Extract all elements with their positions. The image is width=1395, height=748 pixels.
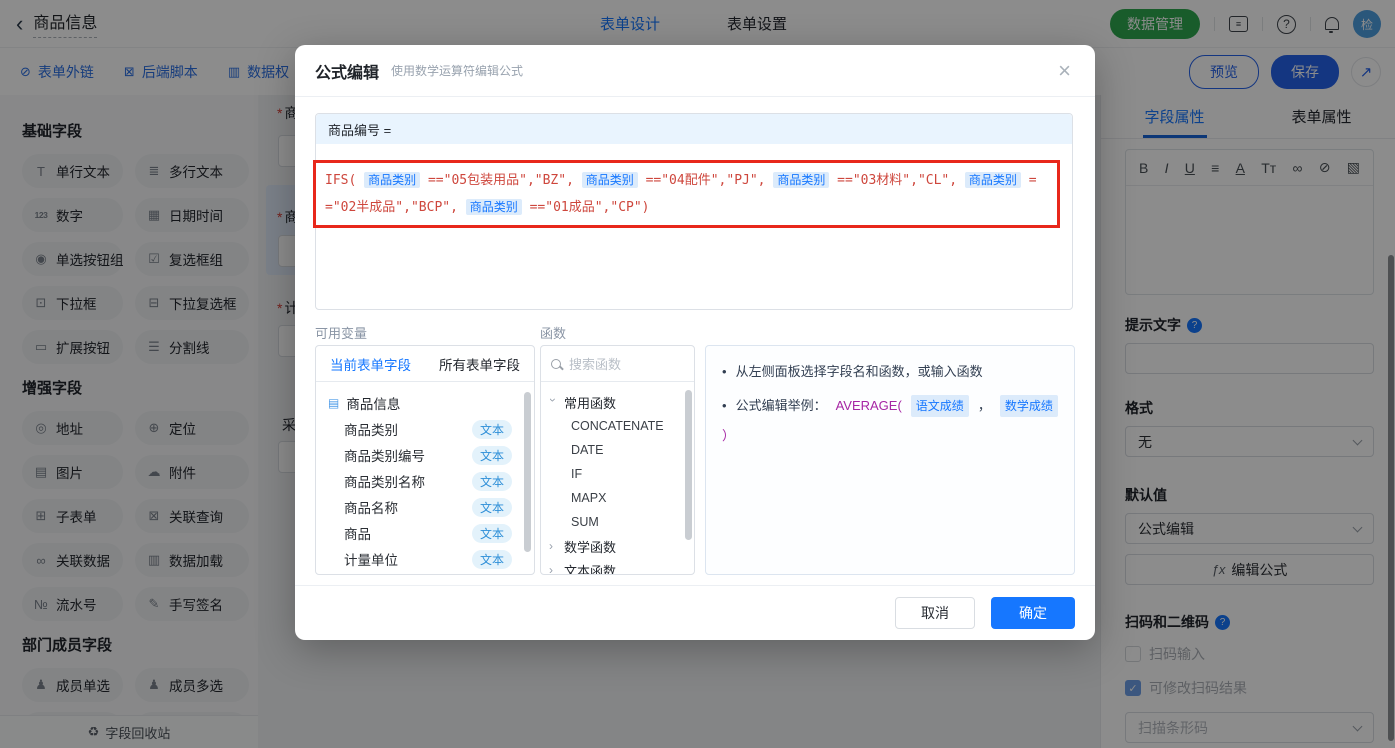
function-group-math[interactable]: ›数学函数 [541,534,694,558]
field-token[interactable]: 商品类别 [364,172,420,188]
variables-tabs: 当前表单字段 所有表单字段 [316,346,534,382]
screen: ‹ 商品信息 表单设计 表单设置 数据管理 ≡ ? 检 ⊘ 表单外链 ⊠ 后端脚… [0,0,1395,748]
type-badge: 文本 [472,446,512,465]
search-placeholder: 搜索函数 [569,354,621,373]
modal-header: 公式编辑 使用数学运算符编辑公式 × [295,45,1095,97]
function-item[interactable]: CONCATENATE [541,414,694,438]
functions-tree: ›常用函数 CONCATENATE DATE IF MAPX SUM ›数学函数… [541,382,694,575]
modal-title: 公式编辑 [315,59,379,83]
field-token[interactable]: 商品类别 [466,199,522,215]
tab-current-form-fields[interactable]: 当前表单字段 [316,354,425,374]
help-tip-2: • 公式编辑举例： AVERAGE( 语文成绩 ， 数学成绩 ） [722,395,1058,446]
tab-all-form-fields[interactable]: 所有表单字段 [425,354,534,374]
functions-panel: 搜索函数 ›常用函数 CONCATENATE DATE IF MAPX SUM … [540,345,695,575]
variable-item[interactable]: 计量单位文本 [316,546,534,572]
formula-code-input[interactable]: IFS( 商品类别 =="05包装用品","BZ", 商品类别 =="04配件"… [325,167,1048,221]
modal-footer: 取消 确定 [295,585,1095,640]
variable-item[interactable]: 商品文本 [316,520,534,546]
example-field-token: 数学成绩 [1000,395,1058,417]
modal-subtitle: 使用数学运算符编辑公式 [391,62,523,79]
function-item[interactable]: SUM [541,510,694,534]
tree-root-form[interactable]: ▤商品信息 [316,390,534,416]
field-token[interactable]: 商品类别 [773,172,829,188]
formula-highlight-annotation: IFS( 商品类别 =="05包装用品","BZ", 商品类别 =="04配件"… [313,160,1060,228]
type-badge: 文本 [472,420,512,439]
variables-panel: 当前表单字段 所有表单字段 ▤商品信息 商品类别文本 商品类别编号文本 商品类别… [315,345,535,575]
formula-editor-modal: 公式编辑 使用数学运算符编辑公式 × 商品编号 = IFS( 商品类别 =="0… [295,45,1095,640]
type-badge: 文本 [472,524,512,543]
variable-item[interactable]: 商品名称文本 [316,494,534,520]
example-function-name: AVERAGE( [836,396,902,416]
variable-item[interactable]: 商品类别编号文本 [316,442,534,468]
search-icon [551,359,561,369]
confirm-button[interactable]: 确定 [991,597,1075,629]
document-icon: ▤ [328,396,339,410]
function-search[interactable]: 搜索函数 [541,346,694,382]
functions-section-label: 函数 [540,323,566,342]
chevron-icon: › [546,398,560,406]
variable-item[interactable]: 商品类别文本 [316,416,534,442]
variable-item[interactable]: 商品类别名称文本 [316,468,534,494]
function-item[interactable]: DATE [541,438,694,462]
variables-section-label: 可用变量 [315,323,367,342]
variables-scrollbar[interactable] [524,392,531,552]
type-badge: 文本 [472,550,512,569]
formula-target-field: 商品编号 = [316,114,1072,144]
field-token[interactable]: 商品类别 [965,172,1021,188]
type-badge: 文本 [472,498,512,517]
close-icon[interactable]: × [1058,60,1071,82]
formula-editor-box: 商品编号 = IFS( 商品类别 =="05包装用品","BZ", 商品类别 =… [315,113,1073,310]
type-badge: 文本 [472,472,512,491]
function-item[interactable]: MAPX [541,486,694,510]
function-group-text[interactable]: ›文本函数 [541,558,694,575]
chevron-icon: › [549,563,557,575]
functions-scrollbar[interactable] [685,390,692,540]
help-tip-1: •从左侧面板选择字段名和函数，或输入函数 [722,362,1058,382]
chevron-icon: › [549,539,557,553]
formula-help-panel: •从左侧面板选择字段名和函数，或输入函数 • 公式编辑举例： AVERAGE( … [705,345,1075,575]
field-token[interactable]: 商品类别 [582,172,638,188]
function-item[interactable]: IF [541,462,694,486]
variables-tree: ▤商品信息 商品类别文本 商品类别编号文本 商品类别名称文本 商品名称文本 商品… [316,382,534,575]
function-group-common[interactable]: ›常用函数 [541,390,694,414]
cancel-button[interactable]: 取消 [895,597,975,629]
example-field-token: 语文成绩 [911,395,969,417]
